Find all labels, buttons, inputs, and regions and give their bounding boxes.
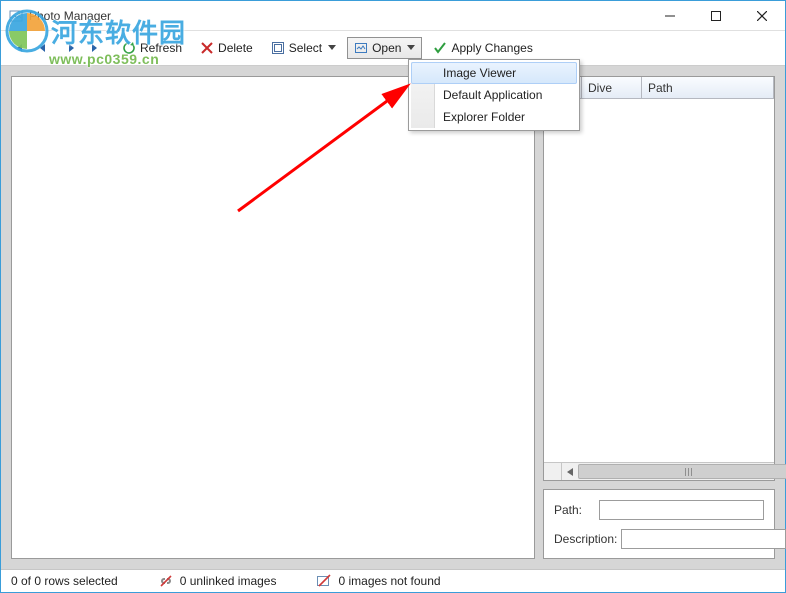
select-label: Select [289, 41, 322, 55]
open-icon [354, 41, 368, 55]
menu-item-explorer-folder[interactable]: Explorer Folder [411, 106, 577, 128]
path-input[interactable] [599, 500, 764, 520]
titlebar: Photo Manager [1, 1, 785, 31]
description-input[interactable] [621, 529, 786, 549]
refresh-label: Refresh [140, 41, 182, 55]
minimize-button[interactable] [647, 1, 693, 30]
apply-changes-button[interactable]: Apply Changes [426, 37, 539, 59]
status-notfound: 0 images not found [316, 574, 440, 588]
details-panel: Path: Description: [543, 489, 775, 559]
chevron-down-icon [407, 45, 415, 51]
menu-item-default-application[interactable]: Default Application [411, 84, 577, 106]
maximize-button[interactable] [693, 1, 739, 30]
toolbar: Refresh Delete Select Open [1, 31, 785, 66]
grid-panel: Dive Path [543, 76, 775, 481]
open-dropdown: Image Viewer Default Application Explore… [408, 59, 580, 131]
open-label: Open [372, 41, 401, 55]
scroll-left-arrow[interactable] [562, 463, 578, 480]
grid-body[interactable] [544, 99, 774, 462]
app-icon [9, 9, 23, 23]
window-controls [647, 1, 785, 30]
refresh-button[interactable]: Refresh [115, 37, 189, 59]
nav-next-button[interactable] [62, 38, 82, 58]
open-button[interactable]: Open [347, 37, 422, 59]
statusbar: 0 of 0 rows selected 0 unlinked images 0… [1, 569, 785, 592]
menu-item-image-viewer[interactable]: Image Viewer [411, 62, 577, 84]
nav-first-button[interactable] [8, 38, 28, 58]
description-label: Description: [554, 532, 617, 546]
unlinked-icon [158, 574, 174, 588]
select-icon [271, 41, 285, 55]
notfound-icon [316, 574, 332, 588]
status-unlinked: 0 unlinked images [158, 574, 277, 588]
check-icon [433, 41, 447, 55]
preview-panel [11, 76, 535, 559]
nav-last-button[interactable] [86, 38, 106, 58]
content-area: Dive Path [1, 66, 785, 569]
nav-prev-button[interactable] [32, 38, 52, 58]
horizontal-scrollbar[interactable] [544, 462, 774, 480]
apply-label: Apply Changes [451, 41, 532, 55]
delete-icon [200, 41, 214, 55]
refresh-icon [122, 41, 136, 55]
select-button[interactable]: Select [264, 37, 343, 59]
path-label: Path: [554, 503, 595, 517]
column-path[interactable]: Path [642, 77, 774, 98]
delete-button[interactable]: Delete [193, 37, 260, 59]
close-button[interactable] [739, 1, 785, 30]
delete-label: Delete [218, 41, 253, 55]
scroll-thumb[interactable] [578, 464, 786, 479]
window-title: Photo Manager [29, 9, 111, 23]
chevron-down-icon [328, 45, 336, 51]
status-selection: 0 of 0 rows selected [11, 574, 118, 588]
column-dive[interactable]: Dive [582, 77, 642, 98]
